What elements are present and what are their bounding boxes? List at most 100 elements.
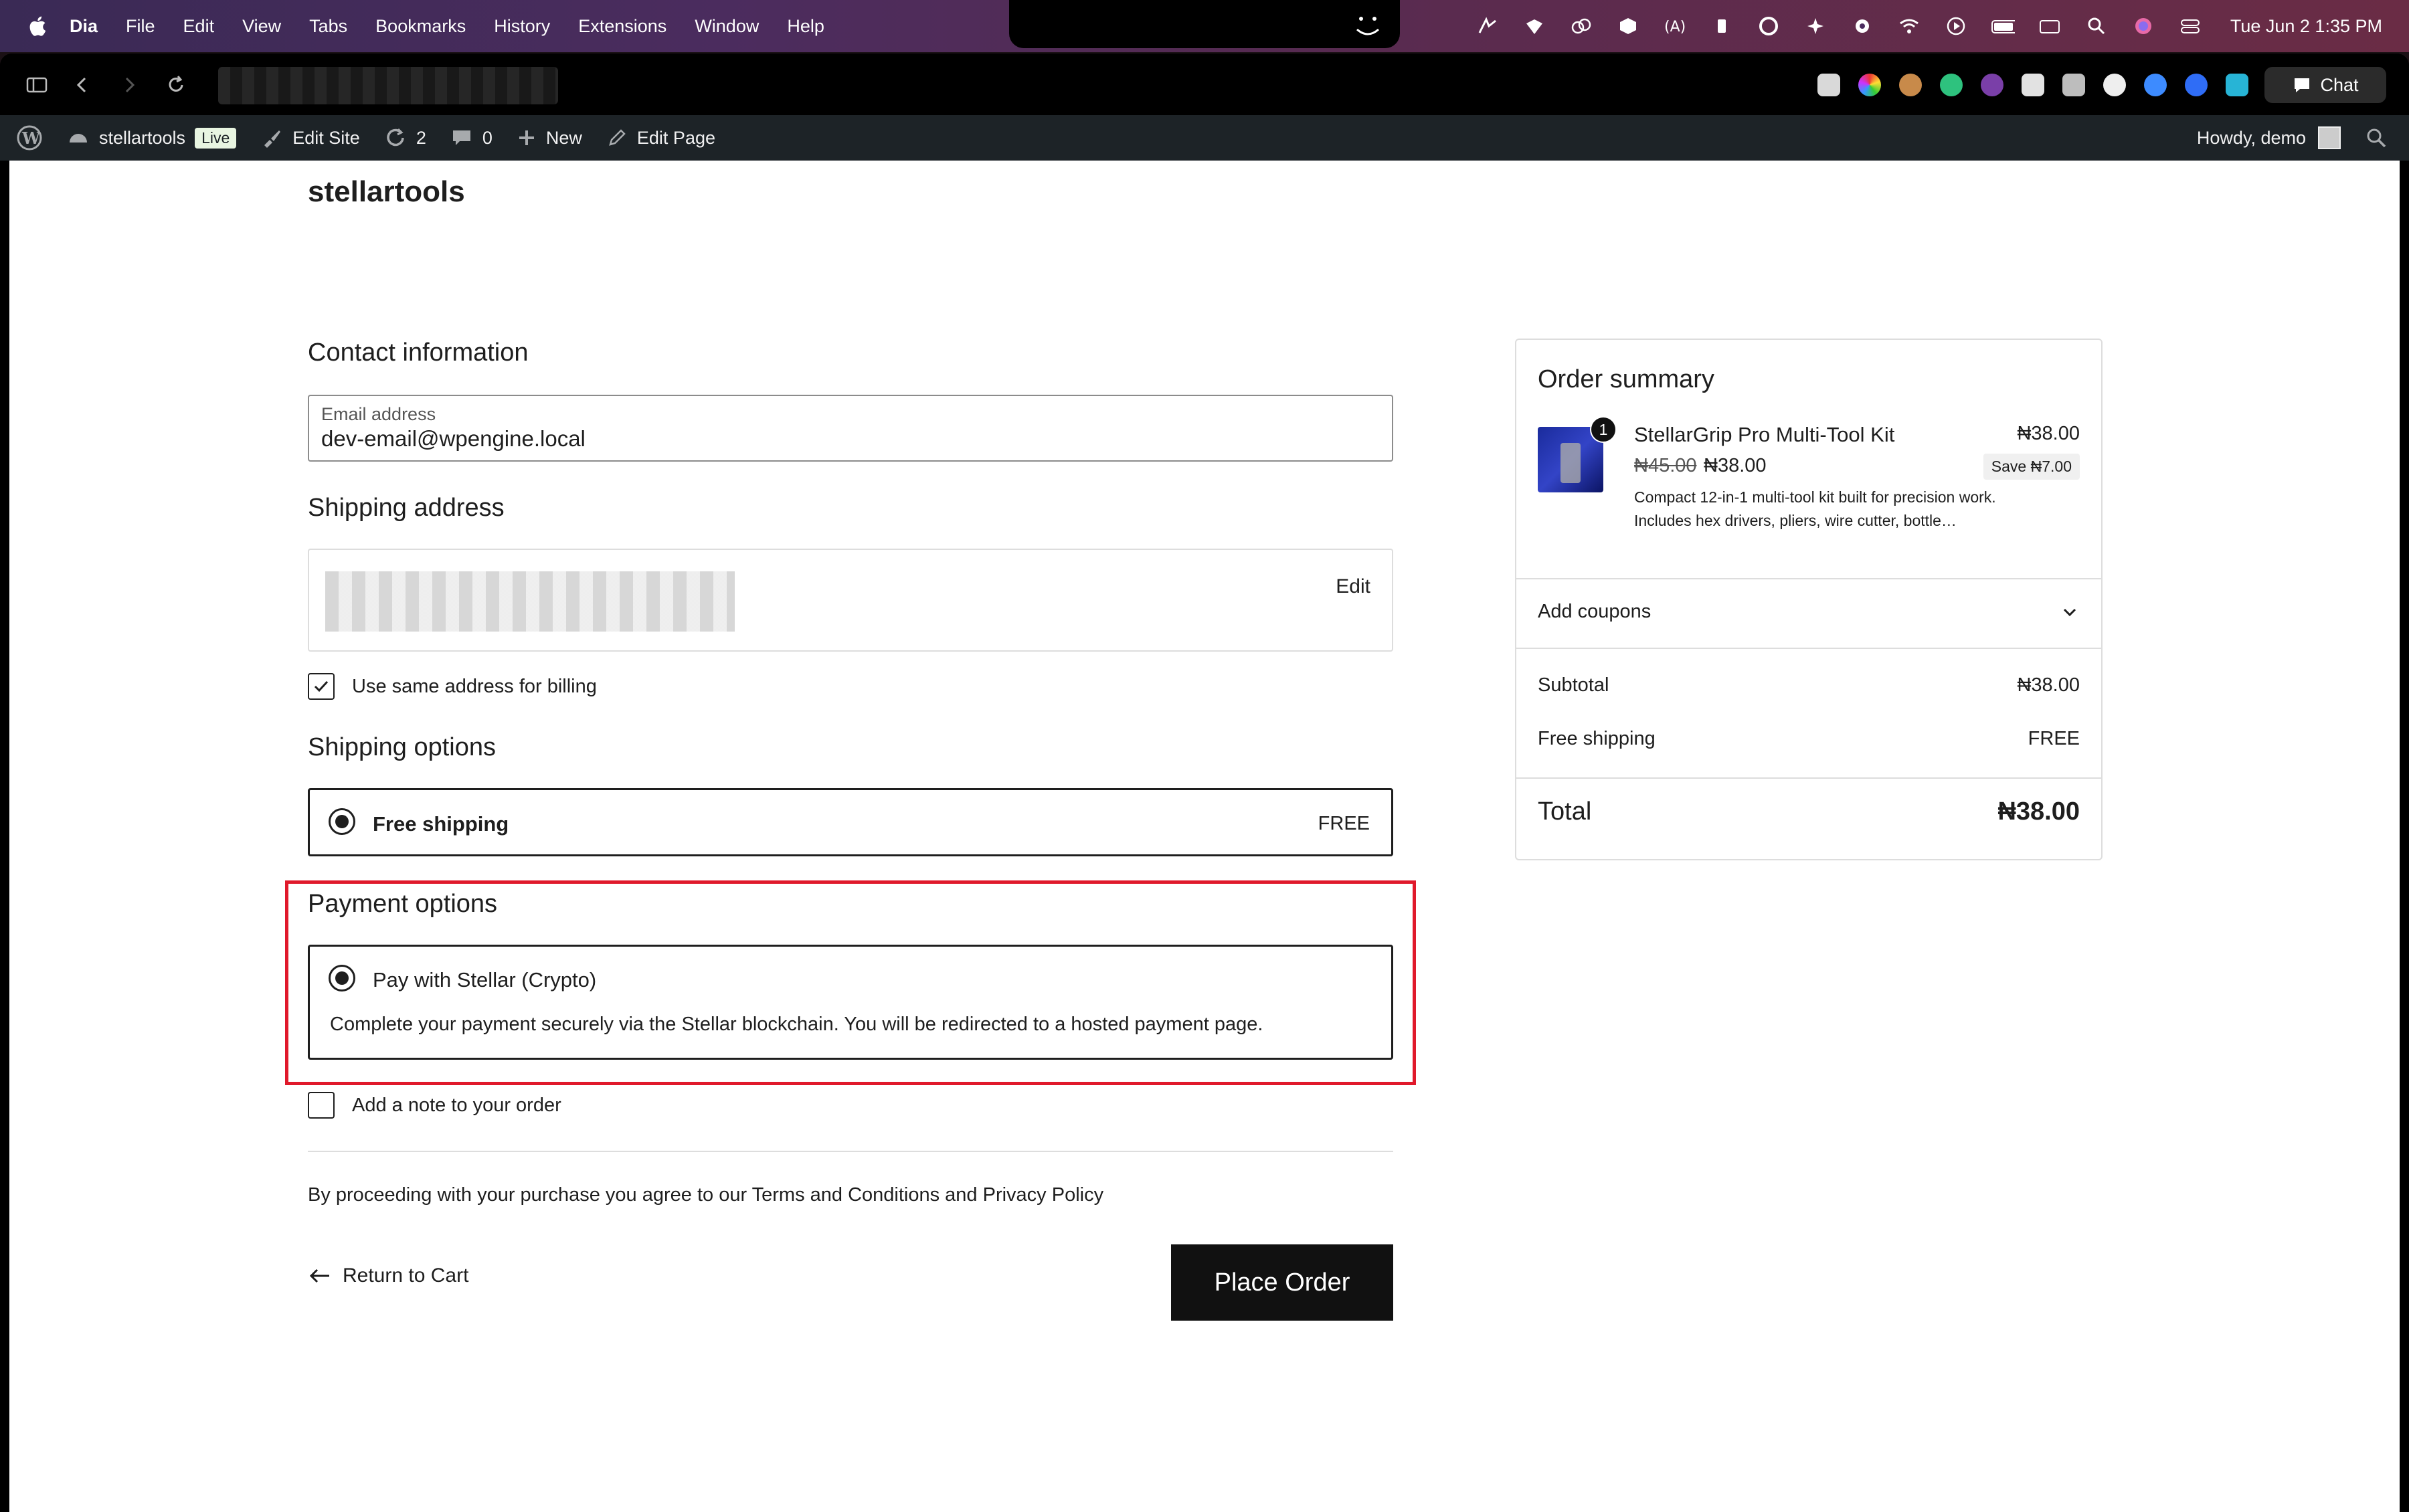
place-order-button[interactable]: Place Order	[1171, 1244, 1393, 1321]
address-redacted	[325, 571, 735, 632]
billing-same-checkbox-row[interactable]: Use same address for billing	[308, 673, 597, 700]
new-label: New	[545, 127, 582, 148]
subtotal-label: Subtotal	[1538, 674, 1609, 696]
record-icon[interactable]	[1850, 16, 1874, 36]
camera-notch	[1009, 0, 1400, 48]
menu-app-name[interactable]: Dia	[70, 16, 98, 37]
chat-button[interactable]: Chat	[2264, 67, 2386, 103]
app-status-icon[interactable]	[1476, 16, 1500, 36]
search-icon[interactable]	[2365, 126, 2388, 149]
control-center-icon[interactable]	[2178, 16, 2202, 36]
menu-window[interactable]: Window	[695, 16, 759, 37]
subtotal-row: Subtotal ₦38.00	[1538, 674, 2080, 696]
wp-logo-menu[interactable]: W	[16, 124, 43, 151]
broadcast-icon[interactable]: (A)	[1663, 16, 1687, 36]
divider	[308, 1151, 1393, 1152]
updates-link[interactable]: 2	[384, 126, 426, 149]
checkmark-icon	[314, 680, 329, 692]
extension-mail-icon[interactable]	[1817, 74, 1840, 96]
shipping-option-label: Free shipping	[373, 812, 509, 836]
forward-icon[interactable]	[118, 74, 141, 96]
extension-color-icon[interactable]	[1858, 74, 1881, 96]
extension-blue-icon[interactable]	[2144, 74, 2167, 96]
howdy-user-menu[interactable]: Howdy, demo	[2197, 128, 2306, 149]
updates-icon	[387, 128, 404, 147]
summary-divider	[1516, 578, 2101, 579]
menu-bookmarks[interactable]: Bookmarks	[375, 16, 466, 37]
edit-page-link[interactable]: Edit Page	[606, 127, 715, 149]
menu-extensions[interactable]: Extensions	[578, 16, 666, 37]
plus-icon	[519, 130, 534, 145]
menu-bar-clock[interactable]: Tue Jun 2 1:35 PM	[2230, 16, 2382, 37]
savings-badge: Save ₦7.00	[1983, 454, 2080, 480]
macos-menu-bar: Dia File Edit View Tabs Bookmarks Histor…	[0, 0, 2409, 52]
apple-icon[interactable]	[27, 15, 47, 37]
extension-puzzle-icon[interactable]	[2062, 74, 2085, 96]
chat-bubble-icon	[2295, 78, 2310, 92]
email-value[interactable]: dev-email@wpengine.local	[321, 426, 1380, 452]
extension-k-icon[interactable]	[1940, 74, 1963, 96]
address-bar[interactable]	[218, 67, 558, 104]
email-field[interactable]: Email address dev-email@wpengine.local	[308, 395, 1393, 462]
add-coupons-toggle[interactable]: Add coupons	[1538, 601, 2080, 623]
shipping-value: FREE	[2028, 728, 2080, 749]
wifi-icon[interactable]	[1897, 16, 1921, 36]
extension-cookie-icon[interactable]	[1899, 74, 1922, 96]
spotlight-search-icon[interactable]	[2084, 16, 2109, 36]
shipping-radio[interactable]	[329, 808, 355, 835]
menu-tabs[interactable]: Tabs	[309, 16, 347, 37]
comments-link[interactable]: 0	[450, 126, 493, 149]
extension-t-icon[interactable]	[2185, 74, 2208, 96]
edit-site-link[interactable]: Edit Site	[260, 126, 360, 149]
summary-divider	[1516, 777, 2101, 779]
new-content-link[interactable]: New	[517, 128, 582, 149]
grammarly-icon[interactable]	[1757, 16, 1781, 36]
face-icon[interactable]	[1348, 9, 1388, 43]
site-title[interactable]: stellartools	[308, 175, 465, 209]
return-to-cart-link[interactable]: Return to Cart	[308, 1264, 468, 1287]
extension-purple-icon[interactable]	[1981, 74, 2003, 96]
play-icon[interactable]	[1944, 16, 1968, 36]
battery-icon[interactable]	[1991, 16, 2015, 36]
extension-cyan-icon[interactable]	[2226, 74, 2248, 96]
menu-history[interactable]: History	[494, 16, 550, 37]
status-icons: (A) Tue Jun 2 1:35 PM	[1476, 0, 2382, 52]
sparkle-icon[interactable]	[1803, 16, 1827, 36]
menu-edit[interactable]: Edit	[183, 16, 215, 37]
siri-icon[interactable]	[2131, 16, 2155, 36]
vpn-icon[interactable]	[1522, 16, 1546, 36]
avatar[interactable]	[2318, 126, 2341, 149]
menu-help[interactable]: Help	[787, 16, 824, 37]
updates-count: 2	[416, 127, 426, 148]
order-note-label: Add a note to your order	[352, 1094, 561, 1116]
cloud-icon[interactable]	[1569, 16, 1593, 36]
menu-view[interactable]: View	[242, 16, 281, 37]
site-name-menu[interactable]: stellartools Live	[67, 126, 237, 149]
billing-same-label: Use same address for billing	[352, 675, 597, 697]
add-coupons-label: Add coupons	[1538, 601, 1652, 622]
sidebar-toggle-icon[interactable]	[25, 74, 48, 96]
product-total-price: ₦38.00	[2017, 423, 2080, 444]
dashboard-icon	[70, 134, 87, 143]
billing-same-checkbox[interactable]	[308, 673, 335, 700]
subtotal-value: ₦38.00	[2017, 674, 2080, 696]
order-note-checkbox[interactable]	[308, 1092, 335, 1119]
keyboard-icon[interactable]	[2038, 16, 2062, 36]
shipping-option-free[interactable]: Free shipping FREE	[308, 788, 1393, 856]
payment-options-highlight	[285, 880, 1416, 1085]
order-note-checkbox-row[interactable]: Add a note to your order	[308, 1092, 561, 1119]
menu-file[interactable]: File	[126, 16, 155, 37]
back-icon[interactable]	[71, 74, 94, 96]
cube-icon[interactable]	[1616, 16, 1640, 36]
reload-icon[interactable]	[165, 74, 187, 96]
site-name: stellartools	[99, 127, 186, 148]
edit-address-link[interactable]: Edit	[1336, 575, 1370, 598]
extension-dropper-icon[interactable]	[2022, 74, 2044, 96]
product-sale-price: ₦38.00	[1704, 455, 1767, 476]
extension-wordpress-icon[interactable]	[2103, 74, 2126, 96]
chevron-down-icon	[2063, 608, 2076, 616]
email-label: Email address	[321, 404, 436, 424]
edit-site-label: Edit Site	[292, 127, 360, 148]
shipping-row: Free shipping FREE	[1538, 728, 2080, 750]
battery-monitor-icon[interactable]	[1710, 16, 1734, 36]
